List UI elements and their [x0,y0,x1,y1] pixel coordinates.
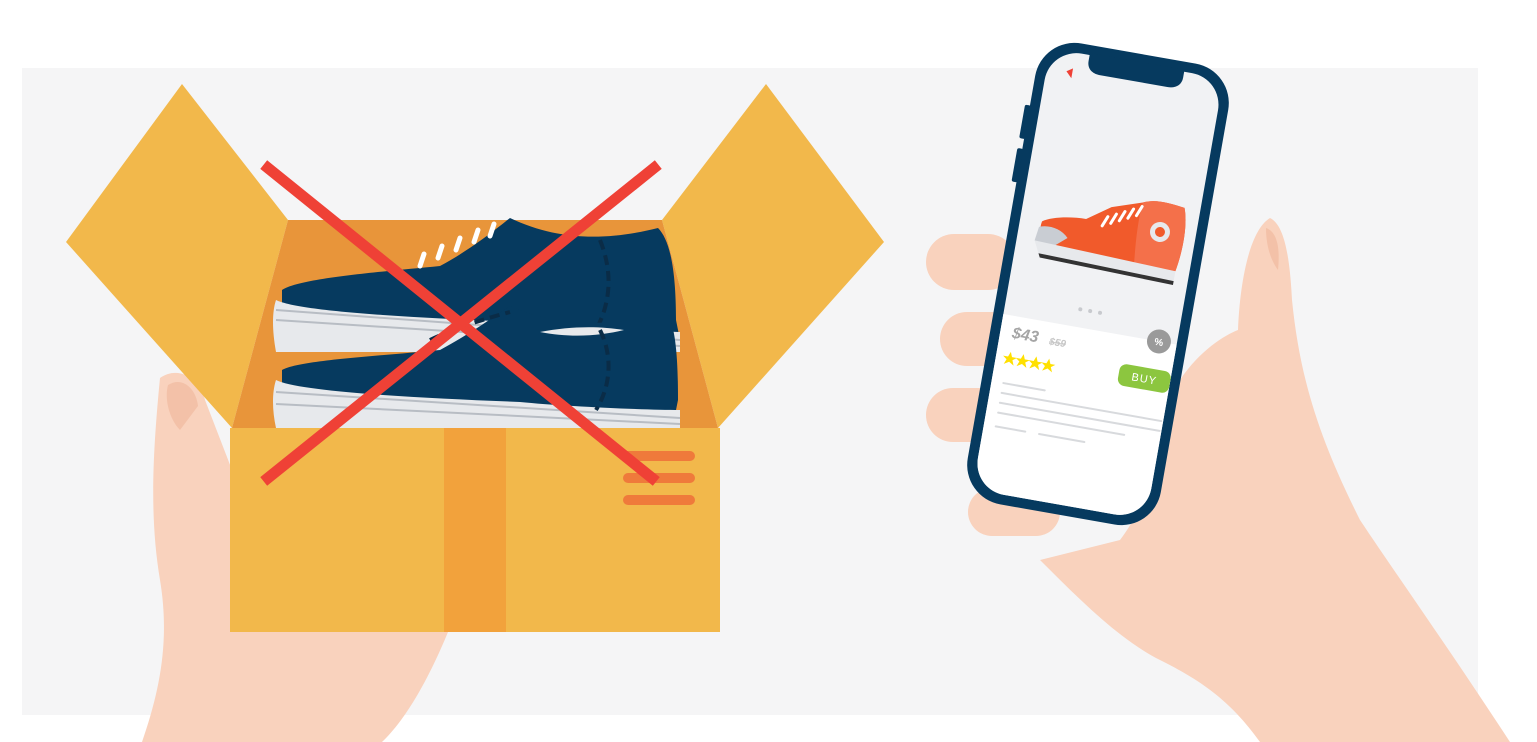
box-tape [444,428,506,632]
illustration-scene: % $43 $59 BUY [22,42,1510,742]
